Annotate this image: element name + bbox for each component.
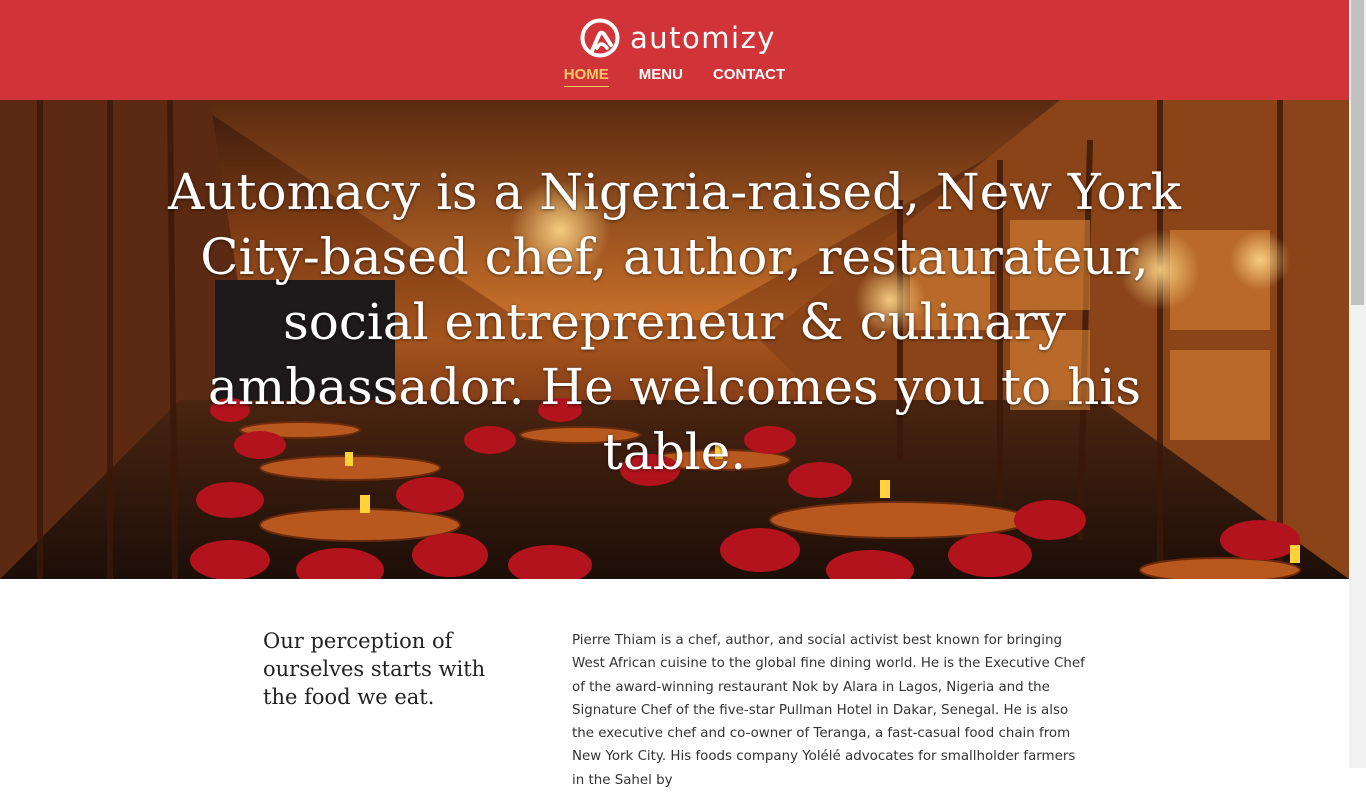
automizy-logo-icon	[580, 18, 620, 58]
scrollbar-thumb[interactable]	[1351, 0, 1364, 305]
nav-contact[interactable]: CONTACT	[713, 66, 785, 87]
logo[interactable]: automizy	[579, 18, 776, 58]
nav-home[interactable]: HOME	[563, 66, 609, 87]
hero-banner: Automacy is a Nigeria-raised, New York C…	[0, 100, 1349, 579]
site-header: automizy HOME MENU CONTACT	[0, 0, 1349, 100]
main-nav: HOME MENU CONTACT	[0, 66, 1349, 87]
tagline: Our perception of ourselves starts with …	[263, 629, 486, 709]
nav-menu[interactable]: MENU	[639, 66, 683, 87]
page-scrollbar[interactable]	[1349, 0, 1366, 768]
hero-headline: Automacy is a Nigeria-raised, New York C…	[168, 163, 1181, 481]
brand-name: automizy	[630, 21, 776, 55]
